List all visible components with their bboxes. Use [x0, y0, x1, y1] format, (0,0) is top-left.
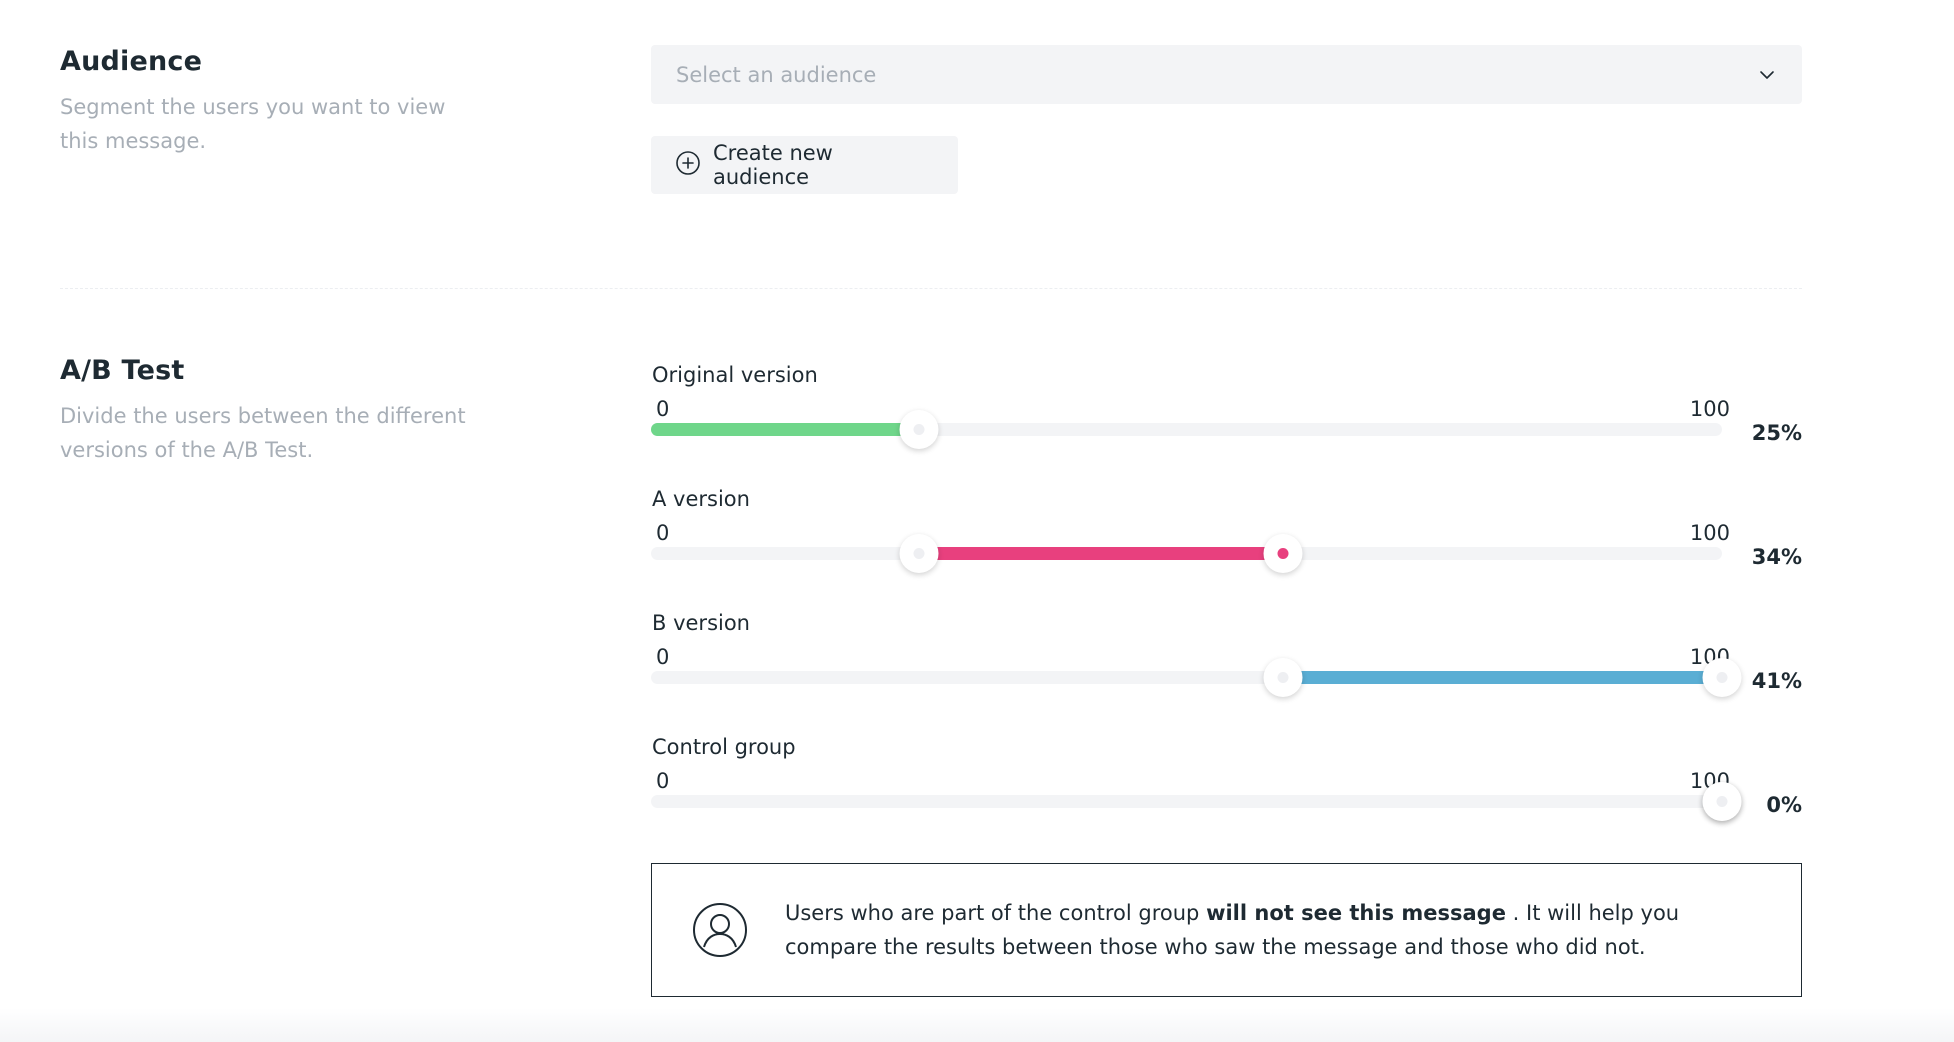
info-text-bold: will not see this message [1206, 901, 1506, 925]
slider-thumb-dot [1716, 672, 1728, 683]
slider-max-label: 100 [1689, 521, 1730, 545]
audience-description: Segment the users you want to view this … [60, 95, 446, 153]
slider-min-label: 0 [656, 521, 670, 545]
ab-test-description: Divide the users between the different v… [60, 404, 466, 462]
slider-thumb-dot [913, 424, 925, 435]
control-group-info-box: Users who are part of the control group … [651, 863, 1802, 997]
slider-track[interactable] [651, 534, 1722, 573]
slider-label: Original version [652, 363, 818, 387]
slider-label: A version [652, 487, 750, 511]
slider-a-version: A version 0 100 34% [651, 487, 1802, 597]
slider-end-thumb[interactable] [1263, 534, 1303, 573]
slider-min-label: 0 [656, 397, 670, 421]
slider-end-thumb[interactable] [899, 410, 939, 449]
audience-select[interactable]: Select an audience [651, 45, 1802, 104]
slider-fill [918, 547, 1283, 560]
slider-min-label: 0 [656, 645, 670, 669]
chevron-down-icon [1757, 65, 1777, 85]
slider-start-thumb[interactable] [1263, 658, 1303, 697]
slider-min-label: 0 [656, 769, 670, 793]
audience-title: Audience [60, 46, 203, 77]
create-audience-label: Create new audience [713, 141, 833, 189]
audience-select-placeholder: Select an audience [676, 62, 877, 87]
slider-label: B version [652, 611, 750, 635]
slider-percent: 41% [1751, 669, 1802, 693]
control-group-info-text: Users who are part of the control group … [785, 896, 1761, 964]
slider-thumb-dot [1277, 672, 1289, 683]
info-text-start: Users who are part of the control group [785, 901, 1207, 925]
slider-fill [1282, 671, 1722, 684]
slider-original-version: Original version 0 100 25% [651, 363, 1802, 473]
slider-label: Control group [652, 735, 796, 759]
slider-thumb-dot [1277, 548, 1289, 559]
slider-percent: 0% [1766, 793, 1802, 817]
slider-thumb-dot [913, 548, 925, 559]
slider-max-label: 100 [1689, 397, 1730, 421]
slider-percent: 25% [1751, 421, 1802, 445]
ab-test-title: A/B Test [60, 355, 185, 386]
bottom-shade [0, 1008, 1954, 1042]
slider-fill [651, 423, 919, 436]
slider-start-thumb[interactable] [899, 534, 939, 573]
plus-circle-icon [675, 150, 701, 180]
user-circle-icon [692, 902, 748, 958]
section-divider [60, 288, 1802, 289]
slider-track[interactable] [651, 410, 1722, 449]
slider-b-version: B version 0 100 41% [651, 611, 1802, 721]
slider-thumb-dot [1716, 796, 1728, 807]
create-audience-button[interactable]: Create new audience [651, 136, 958, 194]
slider-percent: 34% [1751, 545, 1802, 569]
slider-track[interactable] [651, 658, 1742, 697]
slider-control-group: Control group 0 100 0% [651, 735, 1802, 845]
slider-track[interactable] [651, 782, 1742, 821]
